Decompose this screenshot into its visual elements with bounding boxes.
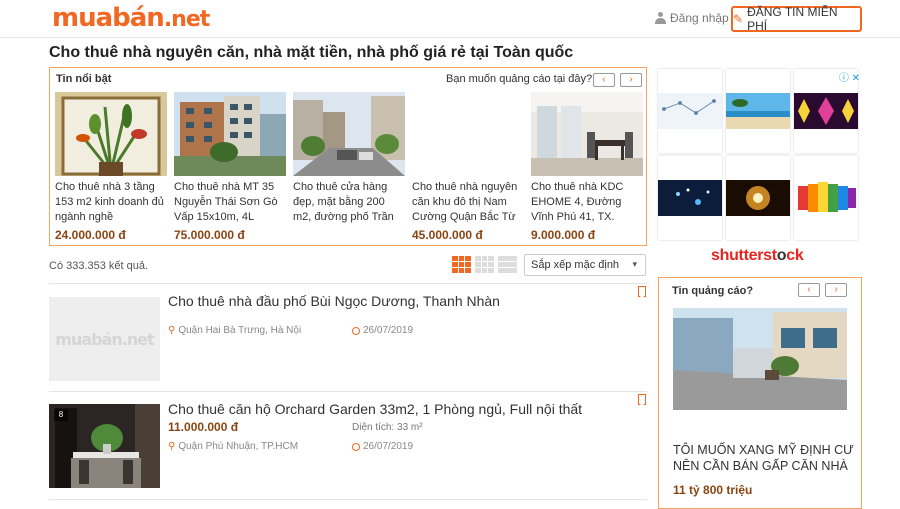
display-ad[interactable]: ⓘ ✕ shutterstock — [658, 69, 860, 271]
listing-row[interactable]: 8 Cho thuê căn hộ Orchard Garden 33m2, 1… — [49, 391, 647, 499]
ad-info-close-icon[interactable]: ⓘ ✕ — [839, 69, 860, 84]
listing-image[interactable]: 8 — [49, 404, 160, 488]
featured-thumbnail[interactable] — [293, 92, 405, 176]
featured-title: Cho thuê nhà MT 35 Nguyễn Thái Sơn Gò Vấ… — [174, 181, 278, 223]
date-text: 26/07/2019 — [363, 441, 414, 452]
featured-title: Cho thuê cửa hàng đẹp, mặt bằng 200 m2, … — [293, 181, 394, 223]
featured-thumbnail[interactable] — [531, 92, 643, 176]
listing-area: Diện tích: 33 m² — [352, 422, 423, 433]
listing-date: 26/07/2019 — [352, 325, 413, 336]
featured-thumbnail[interactable] — [55, 92, 167, 176]
ad-tile[interactable] — [658, 69, 722, 153]
ad-tile[interactable] — [726, 156, 790, 240]
header: muabán.net Đăng nhập ✎ ĐĂNG TIN MIỄN PHÍ — [0, 0, 900, 38]
map-pin-icon: ⚲ — [168, 441, 176, 452]
placeholder-logo: muabán.net — [55, 329, 154, 349]
clock-icon — [352, 442, 360, 451]
bookmark-icon[interactable] — [638, 394, 646, 405]
results-count: Có 333.353 kết quả. — [49, 260, 149, 272]
listing-location: ⚲ Quận Hai Bà Trưng, Hà Nội — [168, 325, 301, 336]
listing-price: 11.000.000 đ — [168, 420, 239, 434]
ad-tile[interactable] — [726, 69, 790, 153]
featured-item[interactable]: Cho thuê nhà 3 tầng 153 m2 kinh doanh đủ… — [55, 92, 167, 242]
map-pin-icon: ⚲ — [168, 325, 176, 336]
sponsored-listing-box: Tin quảng cáo? ‹ › TÔI MUỐN XANG MỸ ĐỊNH… — [658, 277, 862, 509]
featured-next-button[interactable]: › — [620, 73, 642, 87]
featured-item[interactable]: Cho thuê cửa hàng đẹp, mặt bằng 200 m2, … — [293, 92, 405, 228]
listing-location: ⚲ Quận Phú Nhuận, TP.HCM — [168, 441, 298, 452]
ad-tile[interactable] — [658, 156, 722, 240]
listing-row[interactable]: muabán.net Cho thuê nhà đầu phố Bùi Ngọc… — [49, 283, 647, 391]
post-button-label: ĐĂNG TIN MIỄN PHÍ — [747, 5, 838, 33]
bookmark-icon[interactable] — [638, 286, 646, 297]
location-text: Quận Phú Nhuận, TP.HCM — [178, 441, 299, 452]
user-icon — [655, 12, 666, 24]
page-title: Cho thuê nhà nguyên căn, nhà mặt tiền, n… — [49, 44, 574, 61]
site-logo[interactable]: muabán.net — [52, 3, 210, 33]
featured-item[interactable]: Cho thuê nhà MT 35 Nguyễn Thái Sơn Gò Vấ… — [174, 92, 286, 242]
featured-price: 45.000.000 đ — [412, 228, 483, 242]
sponsored-title[interactable]: TÔI MUỐN XANG MỸ ĐỊNH CƯ NÊN CẦN BÁN GẤP… — [673, 442, 858, 474]
listing-title[interactable]: Cho thuê nhà đầu phố Bùi Ngọc Dương, Tha… — [168, 293, 500, 309]
sponsored-price: 11 tỷ 800 triệu — [673, 483, 753, 497]
sort-label: Sắp xếp mặc định — [531, 259, 620, 271]
sponsored-prev-button[interactable]: ‹ — [798, 283, 820, 297]
featured-item[interactable]: Cho thuê nhà nguyên căn khu đô thị Nam C… — [412, 92, 524, 242]
sort-select[interactable]: Sắp xếp mặc định ▾ — [524, 254, 646, 276]
date-text: 26/07/2019 — [363, 325, 414, 336]
featured-title: Cho thuê nhà 3 tầng 153 m2 kinh doanh đủ… — [55, 181, 164, 223]
ad-tile[interactable] — [794, 156, 858, 240]
listing-placeholder-image[interactable]: muabán.net — [49, 297, 160, 381]
featured-thumbnail[interactable] — [174, 92, 286, 176]
location-text: Quận Hai Bà Trưng, Hà Nội — [178, 325, 302, 336]
featured-listings: Tin nổi bật Bạn muốn quảng cáo tại đây? … — [49, 67, 647, 246]
featured-price: 9.000.000 đ — [531, 228, 596, 242]
featured-price: 24.000.000 đ — [55, 228, 126, 242]
listing-title[interactable]: Cho thuê căn hộ Orchard Garden 33m2, 1 P… — [168, 401, 582, 417]
list-view-icon[interactable] — [452, 256, 471, 273]
listing-date: 26/07/2019 — [352, 441, 413, 452]
featured-title: Cho thuê nhà nguyên căn khu đô thị Nam C… — [412, 181, 518, 223]
post-free-listing-button[interactable]: ✎ ĐĂNG TIN MIỄN PHÍ — [731, 5, 862, 33]
advertise-here-link[interactable]: Bạn muốn quảng cáo tại đây? — [446, 73, 592, 85]
sponsored-next-button[interactable]: › — [825, 283, 847, 297]
pencil-icon: ✎ — [733, 12, 744, 26]
login-label: Đăng nhập — [670, 11, 729, 25]
featured-thumbnail[interactable] — [412, 92, 524, 176]
clock-icon — [352, 326, 360, 335]
divider — [49, 499, 647, 500]
sponsored-image[interactable] — [673, 308, 847, 410]
featured-heading: Tin nổi bật — [56, 73, 112, 85]
chevron-down-icon: ▾ — [632, 259, 637, 269]
featured-item[interactable]: Cho thuê nhà KDC EHOME 4, Đường Vĩnh Phú… — [531, 92, 643, 242]
featured-price: 75.000.000 đ — [174, 228, 245, 242]
featured-prev-button[interactable]: ‹ — [593, 73, 615, 87]
view-mode-switcher — [452, 256, 517, 273]
featured-title: Cho thuê nhà KDC EHOME 4, Đường Vĩnh Phú… — [531, 181, 624, 223]
grid-view-icon[interactable] — [475, 256, 494, 273]
shutterstock-logo: shutterstock — [711, 247, 804, 264]
sponsored-heading: Tin quảng cáo? — [672, 285, 754, 297]
compact-view-icon[interactable] — [498, 256, 517, 273]
login-link[interactable]: Đăng nhập — [655, 11, 729, 25]
photo-count-badge: 8 — [54, 409, 68, 421]
